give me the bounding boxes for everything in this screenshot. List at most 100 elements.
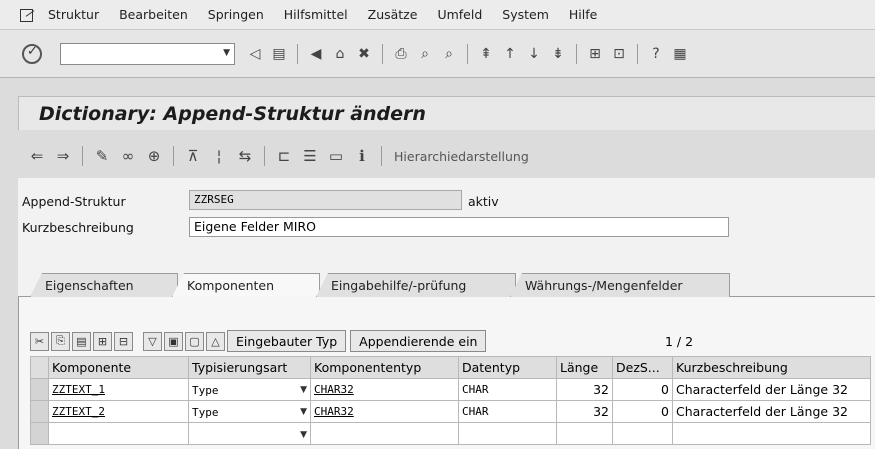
previous-page-icon[interactable]: ↑: [501, 45, 519, 63]
toolbar-separator: [637, 43, 638, 64]
print-icon[interactable]: ⎙: [392, 45, 410, 63]
column-header[interactable]: Typisierungsart: [188, 356, 311, 379]
menu-hilfsmittel[interactable]: Hilfsmittel: [284, 7, 348, 22]
database-icon[interactable]: ☰: [301, 147, 319, 165]
column-header[interactable]: Länge: [556, 356, 613, 379]
typing-method-value: Type: [192, 384, 219, 397]
typing-method-value: Type: [192, 406, 219, 419]
hierarchy-icon[interactable]: ⊏: [275, 147, 293, 165]
cut-icon[interactable]: ✂: [30, 331, 49, 351]
insert-row-icon[interactable]: ⊞: [93, 331, 112, 351]
column-header[interactable]: Komponente: [48, 356, 189, 379]
component-type-cell[interactable]: CHAR32: [310, 400, 459, 423]
copy-icon[interactable]: ⎘: [51, 331, 70, 351]
component-cell[interactable]: ZZTEXT_2: [48, 400, 189, 423]
find-next-icon[interactable]: ⌕: [440, 45, 458, 63]
paste-icon[interactable]: ▤: [72, 331, 91, 351]
column-header[interactable]: DezS...: [612, 356, 673, 379]
table-row: ZZTEXT_2 Type ▼ CHAR32 CHAR 32 0 Characte…: [30, 400, 871, 423]
column-header[interactable]: Datentyp: [458, 356, 557, 379]
table-toolbar: ✂ ⎘ ▤ ⊞ ⊟ ▽ ▣ ▢ △ Eingebauter Typ Append…: [30, 330, 490, 352]
toolbar-separator: [382, 43, 383, 64]
exit-icon[interactable]: ⌂: [331, 45, 349, 63]
chevron-down-icon[interactable]: ▼: [300, 407, 307, 417]
menu-system[interactable]: System: [502, 7, 549, 22]
page-title: Dictionary: Append-Struktur ändern: [39, 103, 426, 125]
select-all-icon[interactable]: ▣: [164, 331, 183, 351]
system-toolbar: ▼ ◁ ▤ ◀ ⌂ ✖ ⎙ ⌕ ⌕ ⇞ ↑ ↓ ⇟ ⊞ ⊡ ? ▦: [0, 30, 875, 78]
tab-eingabehilfe[interactable]: Eingabehilfe/-prüfung: [316, 273, 516, 297]
row-selector[interactable]: [30, 422, 49, 445]
typing-method-cell[interactable]: Type ▼: [188, 378, 311, 401]
row-selector[interactable]: [30, 378, 49, 401]
menu-struktur[interactable]: Struktur: [48, 7, 99, 22]
table-row: ▼: [30, 422, 871, 445]
decimals-cell: 0: [612, 400, 673, 423]
filter-icon[interactable]: ▽: [143, 331, 162, 351]
builtin-type-button[interactable]: Eingebauter Typ: [227, 330, 347, 352]
menu-zusaetze[interactable]: Zusätze: [368, 7, 418, 22]
short-text-cell[interactable]: [672, 422, 871, 445]
tab-waehrungs-mengenfelder[interactable]: Währungs-/Mengenfelder: [510, 273, 730, 297]
table-icon[interactable]: ▭: [327, 147, 345, 165]
deselect-all-icon[interactable]: ▢: [185, 331, 204, 351]
check-icon[interactable]: ¦: [210, 147, 228, 165]
length-cell[interactable]: [556, 422, 613, 445]
typing-method-cell[interactable]: ▼: [188, 422, 311, 445]
append-structure-label: Append-Struktur: [22, 194, 126, 209]
shortcut-icon[interactable]: ⊡: [610, 45, 628, 63]
save-icon[interactable]: ▤: [270, 45, 288, 63]
tab-eigenschaften[interactable]: Eigenschaften: [30, 273, 178, 297]
hierarchy-button[interactable]: Hierarchiedarstellung: [394, 149, 529, 164]
column-header[interactable]: Kurzbeschreibung: [672, 356, 871, 379]
component-cell[interactable]: ZZTEXT_1: [48, 378, 189, 401]
row-selector-header[interactable]: [30, 356, 49, 379]
forward-arrow-icon[interactable]: ⇒: [54, 147, 72, 165]
tab-komponenten[interactable]: Komponenten: [172, 273, 320, 297]
length-cell: 32: [556, 378, 613, 401]
find-icon[interactable]: ⌕: [416, 45, 434, 63]
component-type-cell[interactable]: [310, 422, 459, 445]
activate-icon[interactable]: ⊕: [145, 147, 163, 165]
row-selector[interactable]: [30, 400, 49, 423]
other-object-icon[interactable]: ∞: [119, 147, 137, 165]
short-description-input[interactable]: Eigene Felder MIRO: [189, 217, 729, 237]
first-page-icon[interactable]: ⇞: [477, 45, 495, 63]
display-change-icon[interactable]: ✎: [93, 147, 111, 165]
data-type-cell[interactable]: [458, 422, 557, 445]
exit-icon[interactable]: [20, 8, 36, 22]
column-header[interactable]: Komponententyp: [310, 356, 459, 379]
info-icon[interactable]: ℹ: [353, 147, 371, 165]
decimals-cell[interactable]: [612, 422, 673, 445]
help-icon[interactable]: ?: [647, 45, 665, 63]
command-field[interactable]: ▼: [60, 42, 235, 65]
back-arrow-icon[interactable]: ◁: [246, 45, 264, 63]
data-type-cell: CHAR: [458, 400, 557, 423]
menu-hilfe[interactable]: Hilfe: [569, 7, 597, 22]
back-arrow-icon[interactable]: ⇐: [28, 147, 46, 165]
menu-umfeld[interactable]: Umfeld: [437, 7, 482, 22]
cancel-icon[interactable]: ✖: [355, 45, 373, 63]
toolbar-separator: [467, 43, 468, 64]
navigate-icon[interactable]: ⇆: [236, 147, 254, 165]
delete-row-icon[interactable]: ⊟: [114, 331, 133, 351]
where-used-icon[interactable]: ⊼: [184, 147, 202, 165]
append-include-button[interactable]: Appendierende ein: [350, 330, 487, 352]
sort-icon[interactable]: △: [206, 331, 225, 351]
components-table: Komponente Typisierungsart Komponententy…: [30, 356, 871, 445]
next-page-icon[interactable]: ↓: [525, 45, 543, 63]
chevron-down-icon[interactable]: ▼: [223, 48, 230, 58]
back-icon[interactable]: ◀: [307, 45, 325, 63]
menu-bearbeiten[interactable]: Bearbeiten: [119, 7, 188, 22]
last-page-icon[interactable]: ⇟: [549, 45, 567, 63]
enter-check-icon[interactable]: [22, 43, 42, 64]
chevron-down-icon[interactable]: ▼: [300, 430, 307, 440]
typing-method-cell[interactable]: Type ▼: [188, 400, 311, 423]
status-label: aktiv: [468, 194, 499, 209]
layout-menu-icon[interactable]: ▦: [671, 45, 689, 63]
chevron-down-icon[interactable]: ▼: [300, 385, 307, 395]
menu-springen[interactable]: Springen: [208, 7, 264, 22]
component-cell[interactable]: [48, 422, 189, 445]
component-type-cell[interactable]: CHAR32: [310, 378, 459, 401]
new-session-icon[interactable]: ⊞: [586, 45, 604, 63]
